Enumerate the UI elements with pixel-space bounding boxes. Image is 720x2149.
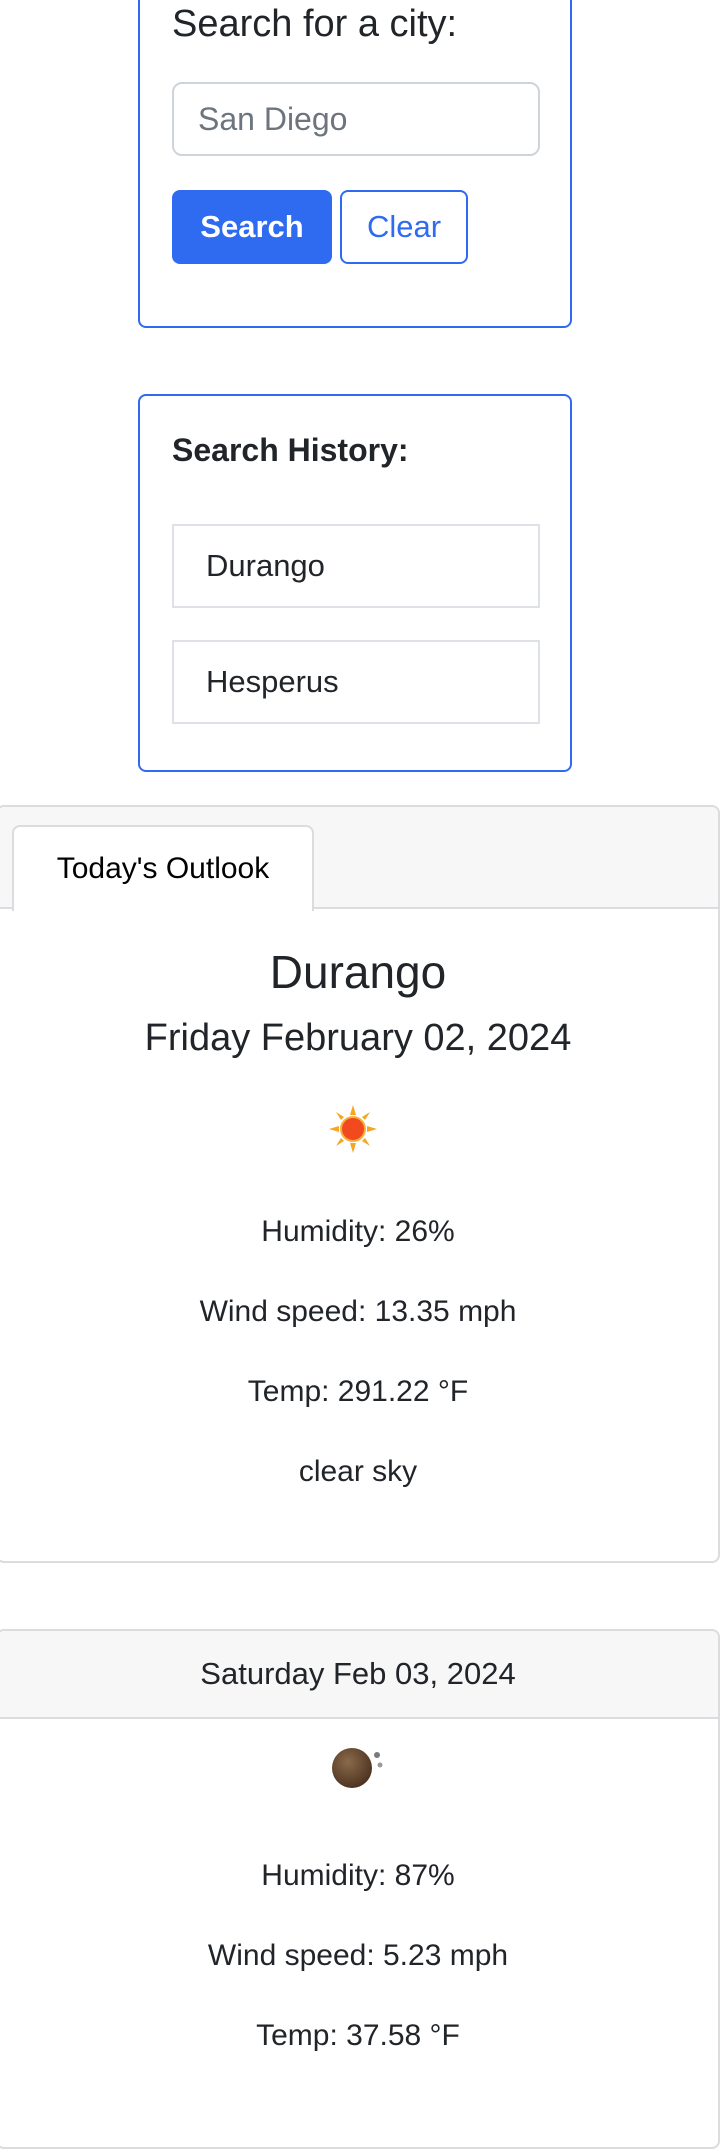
today-wind-speed: Wind speed: 13.35 mph <box>199 1295 517 1328</box>
forecast-humidity: Humidity: 87% <box>261 1859 455 1892</box>
current-date: Friday February 02, 2024 <box>144 1017 572 1059</box>
forecast-date: Saturday Feb 03, 2024 <box>0 1631 718 1719</box>
search-history-panel: Search History: Durango Hesperus <box>138 394 572 772</box>
today-humidity: Humidity: 26% <box>261 1215 455 1248</box>
forecast-temperature: Temp: 37.58 °F <box>256 2019 460 2052</box>
forecast-card: Saturday Feb 03, 2024 Humidity: 87% Wind… <box>0 1629 720 2149</box>
clear-sky-sun-icon <box>329 1105 377 1153</box>
city-name: Durango <box>269 946 447 998</box>
tab-todays-outlook[interactable]: Today's Outlook <box>12 825 314 911</box>
search-title: Search for a city: <box>172 3 458 45</box>
history-item-hesperus[interactable]: Hesperus <box>172 640 540 724</box>
history-item-durango[interactable]: Durango <box>172 524 540 608</box>
clear-button[interactable]: Clear <box>340 190 468 264</box>
today-card-header: Today's Outlook <box>0 807 718 911</box>
today-outlook-card: Today's Outlook Durango Friday February … <box>0 805 720 1563</box>
today-temperature: Temp: 291.22 °F <box>247 1375 469 1408</box>
today-description: clear sky <box>298 1455 418 1488</box>
search-panel: Search for a city: Search Clear <box>138 0 572 328</box>
forecast-wind-speed: Wind speed: 5.23 mph <box>207 1939 509 1972</box>
night-cloud-icon <box>332 1748 383 1788</box>
city-search-input[interactable] <box>172 82 540 156</box>
search-button[interactable]: Search <box>172 190 332 264</box>
search-history-title: Search History: <box>172 432 409 468</box>
